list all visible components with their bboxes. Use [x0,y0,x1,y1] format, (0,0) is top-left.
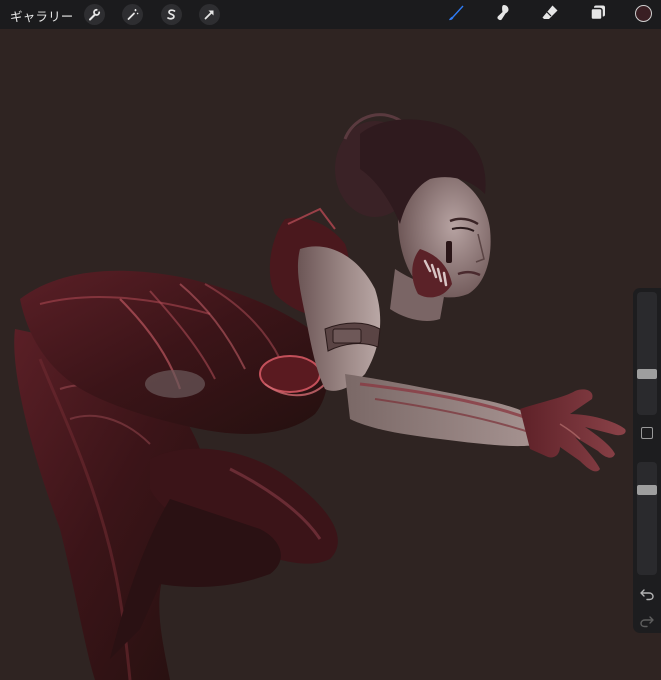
brush-size-thumb[interactable] [637,368,657,379]
modify-button[interactable] [641,427,653,439]
redo-icon [640,616,654,628]
redo-button[interactable] [639,613,655,628]
brush-size-slider[interactable] [637,292,657,415]
transform-icon [203,8,216,21]
transform-button[interactable] [199,4,220,25]
smudge-button[interactable] [492,4,514,26]
selection-icon [165,8,178,21]
drawing-canvas[interactable] [0,29,661,680]
color-swatch-button[interactable] [635,5,652,22]
eraser-icon [540,3,560,27]
artwork-painting [14,113,626,680]
layers-icon [588,3,608,27]
brush-button[interactable] [445,4,467,26]
brush-icon [446,3,466,27]
actions-button[interactable] [84,4,105,25]
adjustments-button[interactable] [122,4,143,25]
top-toolbar: ギャラリー [0,0,661,29]
brush-sidebar [633,288,661,633]
brush-opacity-thumb[interactable] [637,484,657,495]
undo-icon [640,589,654,601]
magic-wand-icon [126,8,139,21]
gallery-button[interactable]: ギャラリー [10,6,74,25]
procreate-app: ギャラリー [0,0,661,680]
brush-opacity-slider[interactable] [637,462,657,575]
layers-button[interactable] [587,4,609,26]
selection-button[interactable] [161,4,182,25]
undo-button[interactable] [639,586,655,601]
wrench-icon [88,8,101,21]
eraser-button[interactable] [539,4,561,26]
smudge-icon [493,3,513,27]
